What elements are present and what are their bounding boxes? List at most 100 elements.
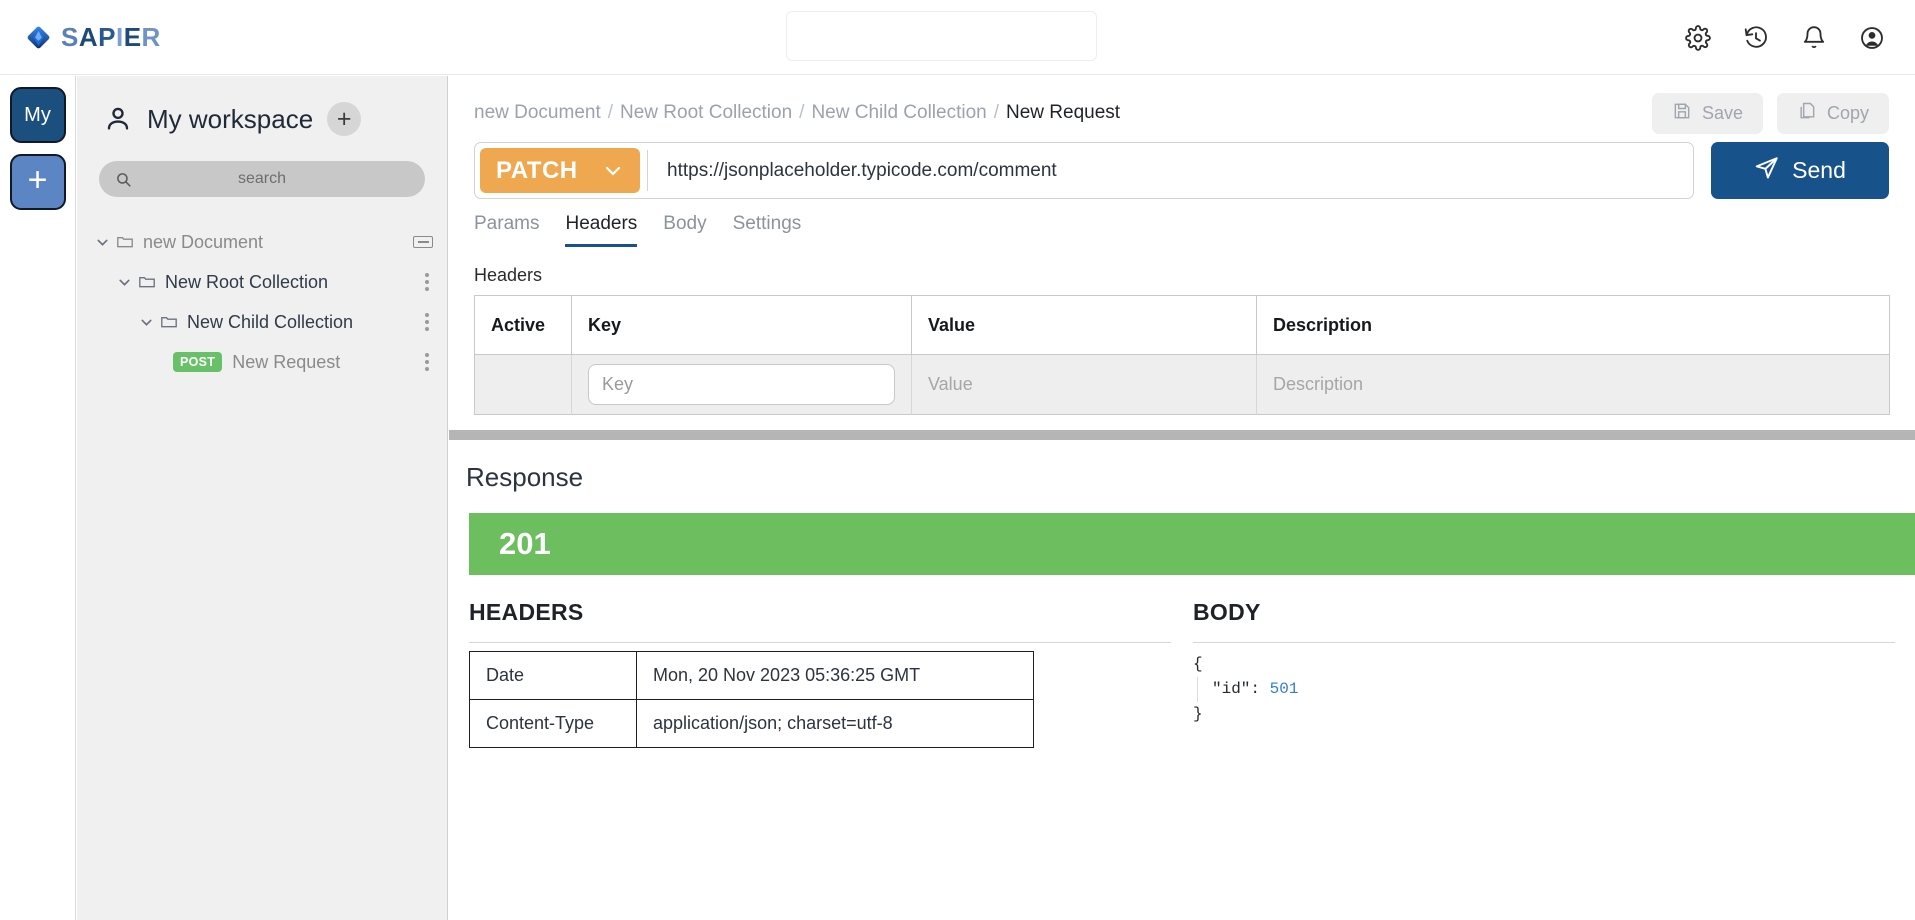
tree-item-label: New Root Collection bbox=[165, 271, 329, 292]
header-row-description-cell[interactable]: Description bbox=[1256, 354, 1890, 415]
send-icon bbox=[1754, 155, 1780, 187]
tree-item-new-document[interactable]: new Document bbox=[77, 222, 447, 262]
url-divider bbox=[647, 150, 648, 191]
folder-icon bbox=[138, 273, 156, 291]
response-header-value: application/json; charset=utf-8 bbox=[636, 699, 1034, 748]
header-value-placeholder[interactable]: Value bbox=[928, 374, 973, 394]
breadcrumb-segment-child-collection[interactable]: New Child Collection bbox=[811, 102, 986, 124]
response-header-name: Content-Type bbox=[469, 699, 637, 748]
divider bbox=[469, 642, 1171, 643]
account-icon[interactable] bbox=[1859, 25, 1885, 51]
chevron-down-icon[interactable] bbox=[117, 275, 132, 290]
workspace-avatar-label: My bbox=[24, 103, 51, 126]
header-description-placeholder[interactable]: Description bbox=[1273, 374, 1363, 394]
url-bar: PATCH bbox=[474, 142, 1694, 199]
table-row: Date Mon, 20 Nov 2023 05:36:25 GMT bbox=[469, 651, 1034, 700]
header-row-active-cell[interactable] bbox=[474, 354, 572, 415]
panel-resize-handle[interactable] bbox=[449, 430, 1915, 440]
document-icon[interactable] bbox=[413, 236, 433, 248]
header-key-input[interactable] bbox=[588, 364, 895, 405]
person-icon bbox=[103, 104, 133, 134]
method-select[interactable]: PATCH bbox=[480, 148, 640, 193]
tree-item-menu-icon[interactable] bbox=[425, 273, 429, 291]
folder-icon bbox=[116, 233, 134, 251]
json-brace-close: } bbox=[1193, 705, 1203, 723]
headers-section-label: Headers bbox=[474, 265, 543, 285]
save-label: Save bbox=[1701, 102, 1743, 123]
response-headers-column: HEADERS Date Mon, 20 Nov 2023 05:36:25 G… bbox=[469, 599, 1171, 748]
breadcrumb-segment-root-collection[interactable]: New Root Collection bbox=[620, 102, 792, 124]
gear-icon[interactable] bbox=[1685, 24, 1711, 51]
response-body-code: { "id": 501 } bbox=[1193, 652, 1895, 727]
response-header-value: Mon, 20 Nov 2023 05:36:25 GMT bbox=[636, 651, 1034, 700]
response-headers-table: Date Mon, 20 Nov 2023 05:36:25 GMT Conte… bbox=[469, 651, 1034, 748]
tree-item-new-root-collection[interactable]: New Root Collection bbox=[77, 262, 447, 302]
method-badge: POST bbox=[173, 352, 223, 372]
breadcrumb: new Document / New Root Collection / New… bbox=[474, 102, 1120, 124]
sidebar: My workspace + new Document bbox=[77, 76, 448, 920]
column-header-value: Value bbox=[911, 295, 1257, 355]
method-label: PATCH bbox=[496, 156, 578, 184]
chevron-down-icon[interactable] bbox=[95, 235, 110, 250]
top-bar: SAPIER bbox=[0, 0, 1915, 75]
column-header-active: Active bbox=[474, 295, 572, 355]
tab-body[interactable]: Body bbox=[663, 213, 706, 247]
add-workspace-button[interactable]: + bbox=[9, 154, 66, 210]
breadcrumb-row: new Document / New Root Collection / New… bbox=[449, 76, 1915, 134]
sidebar-search[interactable] bbox=[99, 161, 425, 197]
tab-params[interactable]: Params bbox=[474, 213, 539, 247]
search-icon bbox=[115, 171, 132, 188]
workspace-title: My workspace bbox=[147, 103, 314, 134]
divider bbox=[1193, 642, 1895, 643]
history-icon[interactable] bbox=[1743, 25, 1769, 51]
tree-item-new-child-collection[interactable]: New Child Collection bbox=[77, 302, 447, 342]
json-line: "id": 501 bbox=[1197, 677, 1298, 702]
column-header-key: Key bbox=[571, 295, 912, 355]
copy-button[interactable]: Copy bbox=[1776, 92, 1889, 134]
tab-settings[interactable]: Settings bbox=[733, 213, 802, 247]
table-header-row: Active Key Value Description bbox=[474, 295, 1890, 355]
breadcrumb-current: New Request bbox=[1006, 102, 1121, 123]
folder-icon bbox=[160, 313, 178, 331]
request-tabs: Params Headers Body Settings bbox=[449, 199, 1915, 247]
response-columns: HEADERS Date Mon, 20 Nov 2023 05:36:25 G… bbox=[449, 575, 1915, 748]
add-collection-button[interactable]: + bbox=[327, 102, 362, 136]
brand-logo[interactable]: SAPIER bbox=[25, 22, 161, 53]
copy-label: Copy bbox=[1826, 102, 1869, 123]
global-search-input[interactable] bbox=[786, 11, 1097, 61]
tree-item-menu-icon[interactable] bbox=[425, 353, 429, 371]
tree-item-new-request[interactable]: POST New Request bbox=[77, 342, 447, 382]
breadcrumb-separator: / bbox=[993, 102, 1000, 123]
breadcrumb-separator: / bbox=[607, 102, 614, 123]
workspace-avatar-button[interactable]: My bbox=[9, 87, 66, 143]
response-headers-title: HEADERS bbox=[469, 599, 584, 625]
status-code: 201 bbox=[499, 526, 551, 561]
save-icon bbox=[1672, 101, 1692, 126]
top-bar-icons bbox=[1685, 0, 1885, 75]
request-url-row: PATCH Send bbox=[449, 132, 1915, 199]
json-key: "id": bbox=[1212, 680, 1261, 698]
breadcrumb-segment-document[interactable]: new Document bbox=[474, 102, 601, 124]
header-row-key-cell[interactable] bbox=[571, 354, 912, 415]
sidebar-search-input[interactable] bbox=[99, 161, 425, 197]
column-header-description: Description bbox=[1256, 295, 1890, 355]
json-value: 501 bbox=[1269, 680, 1299, 698]
table-row: Value Description bbox=[474, 354, 1890, 415]
send-label: Send bbox=[1792, 157, 1846, 183]
header-row-value-cell[interactable]: Value bbox=[911, 354, 1257, 415]
save-button[interactable]: Save bbox=[1651, 92, 1763, 134]
collection-tree: new Document New Root Collection New Chi… bbox=[77, 222, 447, 382]
left-rail: My + bbox=[0, 76, 76, 920]
tree-item-menu-icon[interactable] bbox=[425, 313, 429, 331]
response-title: Response bbox=[466, 462, 584, 492]
chevron-down-icon[interactable] bbox=[139, 315, 154, 330]
request-headers-table: Active Key Value Description Value Descr… bbox=[474, 295, 1890, 415]
workspace-header: My workspace + bbox=[77, 76, 447, 136]
tab-headers[interactable]: Headers bbox=[565, 213, 638, 247]
send-button[interactable]: Send bbox=[1711, 142, 1889, 199]
status-badge: 201 bbox=[469, 513, 1915, 575]
bell-icon[interactable] bbox=[1801, 25, 1827, 51]
url-input[interactable] bbox=[651, 158, 1688, 183]
response-body-title: BODY bbox=[1193, 599, 1261, 625]
tree-item-label: new Document bbox=[143, 231, 264, 252]
